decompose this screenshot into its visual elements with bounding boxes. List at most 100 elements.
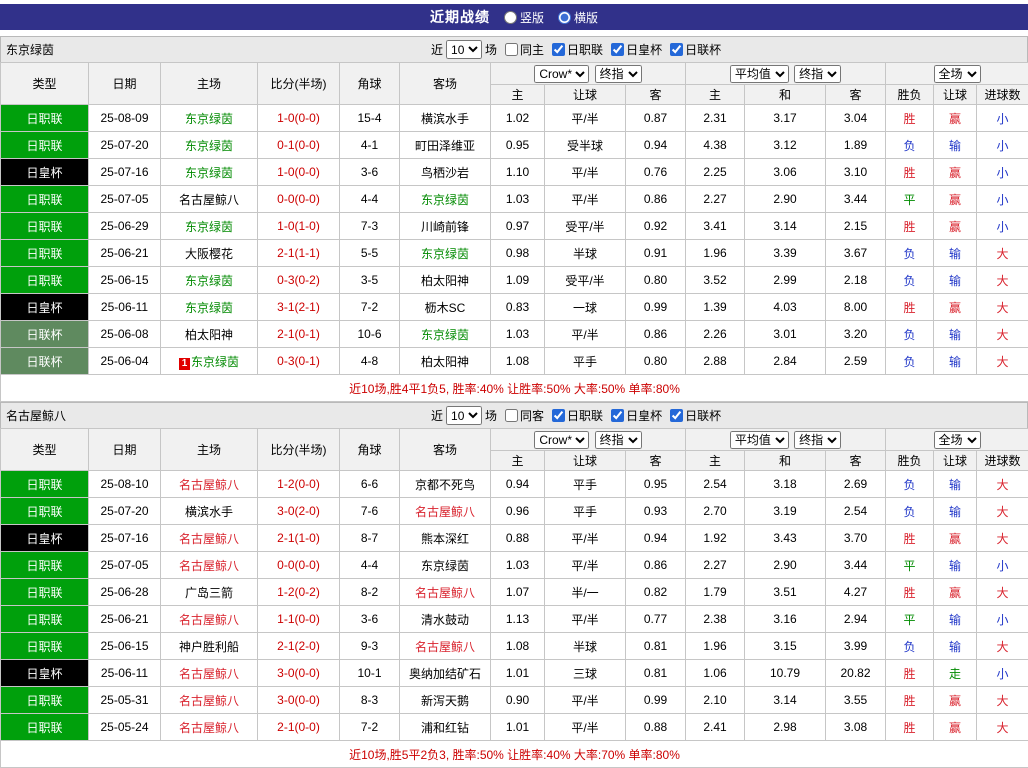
same-venue-filter[interactable]: 同主 xyxy=(505,41,544,58)
home-team-cell: 东京绿茵 xyxy=(161,267,258,294)
score-cell: 2-1(0-1) xyxy=(258,321,340,348)
avg-home-odds-cell: 2.41 xyxy=(686,714,745,741)
subcol-goals-result: 进球数 xyxy=(977,451,1028,471)
away-odds-cell: 0.86 xyxy=(626,552,686,579)
column-header-type: 类型 xyxy=(1,429,89,471)
table-row: 日职联 25-07-20 东京绿茵 0-1(0-0) 4-1 町田泽维亚 0.9… xyxy=(1,132,1028,159)
date-cell: 25-06-29 xyxy=(89,213,161,240)
handicap-cell: 受平/半 xyxy=(545,213,626,240)
emperor-cup-label: 日皇杯 xyxy=(626,41,662,58)
away-team-name: 熊本深红 xyxy=(421,532,469,546)
jleague-label: 日职联 xyxy=(567,41,603,58)
vertical-radio-label: 竖版 xyxy=(520,9,544,26)
handicap-result-cell: 赢 xyxy=(934,714,977,741)
section-header-strip: 名古屋鲸八 近 10 场 同客 日职联 日皇杯 日联杯 xyxy=(0,402,1028,428)
emperor-cup-checkbox[interactable] xyxy=(611,409,624,422)
league-filter-jleague[interactable]: 日职联 xyxy=(552,407,603,424)
away-team-cell: 名古屋鲸八 xyxy=(400,633,491,660)
jleague-checkbox[interactable] xyxy=(552,43,565,56)
avg-home-odds-cell: 4.38 xyxy=(686,132,745,159)
same-venue-checkbox[interactable] xyxy=(505,43,518,56)
home-odds-cell: 0.90 xyxy=(491,687,545,714)
handicap-result-cell: 赢 xyxy=(934,186,977,213)
away-team-cell: 横滨水手 xyxy=(400,105,491,132)
filter-near-label: 近 xyxy=(431,41,443,58)
handicap-result-cell: 赢 xyxy=(934,687,977,714)
goals-result-cell: 小 xyxy=(977,105,1028,132)
result-cell: 胜 xyxy=(886,525,934,552)
avg-draw-odds-cell: 3.39 xyxy=(745,240,826,267)
column-header-date: 日期 xyxy=(89,429,161,471)
final-odds-select[interactable]: 终指 xyxy=(595,431,642,449)
vertical-radio[interactable] xyxy=(504,11,517,24)
away-team-name: 名古屋鲸八 xyxy=(415,505,475,519)
bookmaker-select[interactable]: Crow* xyxy=(534,65,589,83)
horizontal-radio[interactable] xyxy=(558,11,571,24)
avg-away-odds-cell: 2.15 xyxy=(826,213,886,240)
home-team-name: 名古屋鲸八 xyxy=(179,694,239,708)
league-filter-league-cup[interactable]: 日联杯 xyxy=(670,407,721,424)
column-header-away: 客场 xyxy=(400,429,491,471)
home-team-cell: 东京绿茵 xyxy=(161,132,258,159)
date-cell: 25-07-05 xyxy=(89,186,161,213)
handicap-cell: 一球 xyxy=(545,294,626,321)
home-odds-cell: 0.88 xyxy=(491,525,545,552)
table-row: 日职联 25-07-05 名古屋鲸八 0-0(0-0) 4-4 东京绿茵 1.0… xyxy=(1,552,1028,579)
filter-bar: 近 10 场 同主 日职联 日皇杯 日联杯 xyxy=(431,40,721,59)
home-team-name: 东京绿茵 xyxy=(191,355,239,369)
avg-away-odds-cell: 3.70 xyxy=(826,525,886,552)
away-odds-cell: 0.80 xyxy=(626,348,686,375)
avg-home-odds-cell: 2.38 xyxy=(686,606,745,633)
result-cell: 负 xyxy=(886,240,934,267)
result-cell: 胜 xyxy=(886,159,934,186)
away-team-name: 京都不死鸟 xyxy=(415,478,475,492)
bookmaker-select[interactable]: Crow* xyxy=(534,431,589,449)
avg-draw-odds-cell: 2.98 xyxy=(745,714,826,741)
match-count-select[interactable]: 10 xyxy=(446,406,482,425)
avg-away-odds-cell: 3.20 xyxy=(826,321,886,348)
same-venue-filter[interactable]: 同客 xyxy=(505,407,544,424)
home-team-name: 名古屋鲸八 xyxy=(179,532,239,546)
scope-select[interactable]: 全场 xyxy=(934,65,981,83)
table-row: 日职联 25-06-29 东京绿茵 1-0(1-0) 7-3 川崎前锋 0.97… xyxy=(1,213,1028,240)
avg-home-odds-cell: 2.54 xyxy=(686,471,745,498)
final-odds-select-2[interactable]: 终指 xyxy=(794,65,841,83)
layout-radio-vertical[interactable]: 竖版 xyxy=(504,9,544,26)
handicap-cell: 平/半 xyxy=(545,105,626,132)
scope-select[interactable]: 全场 xyxy=(934,431,981,449)
match-count-select[interactable]: 10 xyxy=(446,40,482,59)
average-select[interactable]: 平均值 xyxy=(730,431,789,449)
away-team-cell: 熊本深红 xyxy=(400,525,491,552)
league-filter-jleague[interactable]: 日职联 xyxy=(552,41,603,58)
league-cup-checkbox[interactable] xyxy=(670,409,683,422)
table-row: 日职联 25-08-10 名古屋鲸八 1-2(0-0) 6-6 京都不死鸟 0.… xyxy=(1,471,1028,498)
league-filter-emperor-cup[interactable]: 日皇杯 xyxy=(611,407,662,424)
final-odds-select-2[interactable]: 终指 xyxy=(794,431,841,449)
section-header-strip: 东京绿茵 近 10 场 同主 日职联 日皇杯 日联杯 xyxy=(0,36,1028,62)
home-team-cell: 名古屋鲸八 xyxy=(161,606,258,633)
corners-cell: 10-6 xyxy=(340,321,400,348)
avg-away-odds-cell: 20.82 xyxy=(826,660,886,687)
league-cell: 日皇杯 xyxy=(1,294,89,321)
league-cell: 日职联 xyxy=(1,498,89,525)
score-cell: 2-1(2-0) xyxy=(258,633,340,660)
avg-draw-odds-cell: 3.51 xyxy=(745,579,826,606)
league-filter-emperor-cup[interactable]: 日皇杯 xyxy=(611,41,662,58)
emperor-cup-checkbox[interactable] xyxy=(611,43,624,56)
home-team-name: 广岛三箭 xyxy=(185,586,233,600)
avg-draw-odds-cell: 3.16 xyxy=(745,606,826,633)
away-odds-cell: 0.86 xyxy=(626,321,686,348)
away-team-name: 名古屋鲸八 xyxy=(415,586,475,600)
table-row: 日职联 25-06-21 大阪樱花 2-1(1-1) 5-5 东京绿茵 0.98… xyxy=(1,240,1028,267)
away-team-name: 东京绿茵 xyxy=(421,559,469,573)
same-venue-checkbox[interactable] xyxy=(505,409,518,422)
league-filter-league-cup[interactable]: 日联杯 xyxy=(670,41,721,58)
final-odds-select[interactable]: 终指 xyxy=(595,65,642,83)
average-select[interactable]: 平均值 xyxy=(730,65,789,83)
league-cup-checkbox[interactable] xyxy=(670,43,683,56)
jleague-checkbox[interactable] xyxy=(552,409,565,422)
result-cell: 负 xyxy=(886,348,934,375)
layout-radio-horizontal[interactable]: 横版 xyxy=(558,9,598,26)
filter-bar: 近 10 场 同客 日职联 日皇杯 日联杯 xyxy=(431,406,721,425)
away-team-name: 新泻天鹅 xyxy=(421,694,469,708)
